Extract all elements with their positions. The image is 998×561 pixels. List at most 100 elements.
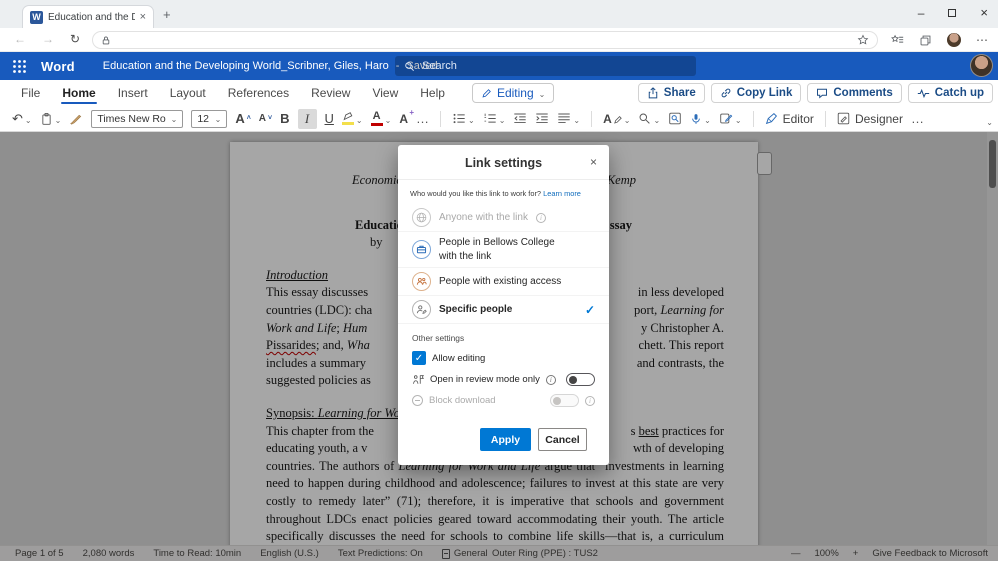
globe-icon (412, 208, 431, 227)
favorite-star-icon[interactable] (857, 34, 869, 46)
collapse-ribbon-icon[interactable] (986, 112, 993, 130)
find-replace-button[interactable] (668, 112, 682, 125)
catch-up-button[interactable]: Catch up (907, 83, 993, 103)
tab-layout[interactable]: Layout (159, 80, 217, 106)
decrease-indent-button[interactable] (513, 112, 527, 125)
link-settings-dialog: Link settings × Who would you like this … (398, 145, 609, 465)
tab-view[interactable]: View (361, 80, 409, 106)
browser-profile-avatar[interactable] (947, 33, 961, 47)
find-button[interactable] (638, 110, 660, 128)
tab-references[interactable]: References (217, 80, 300, 106)
maximize-icon[interactable] (948, 9, 957, 17)
allow-editing-checkbox[interactable]: ✓ (412, 351, 426, 365)
link-option-people-in-bellows-college-with-the-link[interactable]: People in Bellows College with the link (398, 232, 609, 268)
alignment-button[interactable] (557, 110, 580, 128)
bold-button[interactable]: B (280, 111, 289, 126)
favorites-bar-icon[interactable] (891, 34, 904, 47)
reload-icon[interactable]: ↻ (70, 32, 80, 46)
address-bar[interactable] (92, 31, 878, 49)
bullets-button[interactable] (452, 110, 475, 128)
paste-button[interactable] (40, 110, 62, 128)
comments-button[interactable]: Comments (807, 83, 902, 103)
dialog-close-icon[interactable]: × (590, 155, 597, 169)
align-justify-icon (558, 113, 571, 124)
editor-button[interactable]: Editor (765, 112, 814, 126)
browser-tab[interactable]: Education and the Developing W × (22, 5, 154, 28)
review-mode-toggle[interactable] (566, 373, 595, 386)
highlight-color-button[interactable] (341, 110, 363, 128)
copy-link-icon (720, 87, 732, 99)
tab-close-icon[interactable]: × (140, 11, 146, 23)
italic-button[interactable]: I (297, 108, 317, 129)
tab-help[interactable]: Help (409, 80, 456, 106)
format-painter-button[interactable] (69, 112, 83, 126)
more-font-options-button[interactable] (416, 111, 429, 126)
bullet-list-icon (453, 113, 465, 124)
divider (591, 110, 593, 127)
undo-button[interactable]: ↶ (12, 110, 32, 128)
font-name-select[interactable]: Times New Ro... (91, 109, 184, 128)
new-tab-button[interactable]: + (163, 7, 171, 22)
search-icon (405, 61, 414, 71)
block-download-toggle (550, 394, 579, 407)
close-icon[interactable] (980, 4, 988, 22)
browser-menu-icon[interactable] (976, 31, 988, 49)
clipboard-icon (42, 112, 51, 125)
editing-mode-button[interactable]: Editing (471, 83, 555, 103)
formatting-toolbar: ↶ Times New Ro... 12 A˄ A˅ B I U (0, 106, 998, 132)
apply-button[interactable]: Apply (480, 428, 531, 451)
designer-button[interactable]: Designer (837, 112, 903, 126)
transcribe-button[interactable] (719, 110, 742, 128)
account-avatar[interactable] (970, 54, 993, 77)
word-favicon-icon (30, 10, 43, 24)
grow-font-button[interactable]: A ˄ (235, 111, 250, 126)
more-commands-button[interactable] (911, 111, 924, 126)
chevron-down-icon (539, 86, 546, 100)
tab-review[interactable]: Review (300, 80, 361, 106)
info-icon[interactable]: i (545, 374, 556, 385)
cancel-button[interactable]: Cancel (538, 428, 587, 451)
styles-button[interactable]: A (603, 110, 630, 128)
tab-insert[interactable]: Insert (107, 80, 159, 106)
numbering-button[interactable] (483, 110, 506, 128)
search-input[interactable]: Search (395, 56, 696, 76)
microphone-icon (692, 113, 700, 124)
tab-file[interactable]: File (10, 80, 51, 106)
dialog-question: Who would you like this link to work for… (410, 189, 581, 198)
brush-icon (70, 114, 82, 125)
link-option-people-with-existing-access[interactable]: People with existing access (398, 268, 609, 296)
text-effects-button[interactable]: A (399, 108, 413, 126)
font-size-select[interactable]: 12 (191, 109, 228, 128)
designer-icon (837, 112, 850, 125)
link-option-anyone-with-the-link[interactable]: Anyone with the link i (398, 204, 609, 232)
word-header: Word Education and the Developing World_… (0, 52, 998, 80)
increase-indent-button[interactable] (535, 112, 549, 125)
app-launcher-icon[interactable] (12, 59, 27, 74)
link-option-specific-people[interactable]: Specific people ✓ (398, 296, 609, 324)
collections-icon[interactable] (919, 34, 932, 47)
tab-home[interactable]: Home (51, 80, 106, 106)
divider (824, 110, 826, 127)
dictate-button[interactable] (690, 110, 711, 128)
existing-access-icon (412, 272, 431, 291)
browser-actions (891, 31, 988, 49)
app-name[interactable]: Word (41, 59, 75, 74)
back-icon[interactable]: ← (14, 32, 26, 46)
search-document-icon (669, 112, 681, 125)
font-color-button[interactable]: A (370, 110, 392, 128)
minimize-icon[interactable] (918, 4, 925, 22)
catch-up-icon (917, 88, 930, 99)
indent-icon (536, 113, 549, 124)
learn-more-link[interactable]: Learn more (543, 189, 581, 198)
allow-editing-row[interactable]: ✓ Allow editing (398, 347, 609, 369)
style-pen-icon (613, 115, 622, 124)
shrink-font-button[interactable]: A ˅ (259, 113, 272, 124)
numbered-list-icon (484, 113, 496, 123)
review-mode-row: Open in review mode only i (398, 369, 609, 390)
forward-icon[interactable]: → (42, 32, 54, 46)
chevron-down-icon (171, 113, 178, 125)
share-button[interactable]: Share (637, 83, 705, 103)
copy-link-button[interactable]: Copy Link (710, 83, 802, 103)
browser-tab-strip: Education and the Developing W × + (0, 0, 998, 28)
underline-button[interactable]: U (325, 111, 334, 126)
